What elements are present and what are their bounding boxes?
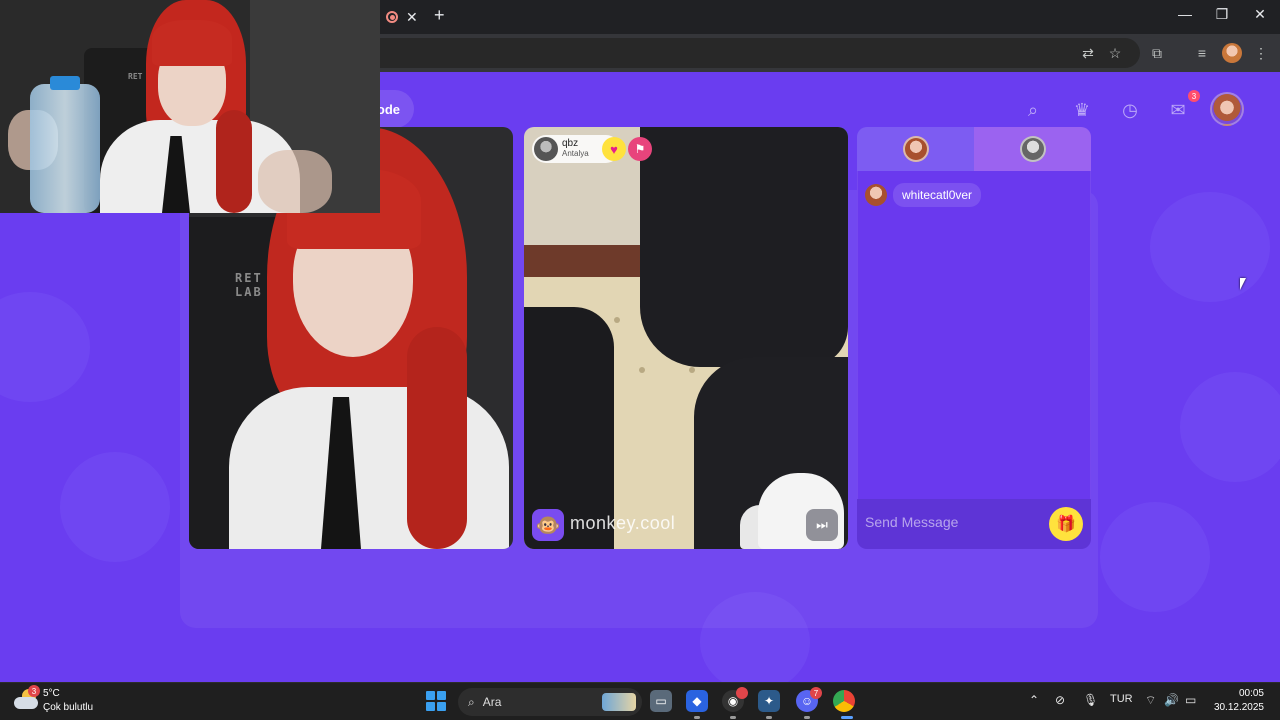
roblox-icon[interactable]: ◆ xyxy=(686,690,708,712)
hand xyxy=(258,150,332,213)
menu-kebab-icon[interactable]: ⋮ xyxy=(1252,44,1270,62)
address-bar[interactable] xyxy=(380,38,1140,68)
camera-off-icon[interactable]: ⊘ xyxy=(1055,693,1065,707)
wig-braid xyxy=(407,327,467,549)
reading-list-icon[interactable]: ≡ xyxy=(1193,44,1211,62)
crown-icon[interactable]: ♛ xyxy=(1066,94,1098,126)
translate-icon[interactable]: ⇄ xyxy=(1079,44,1097,62)
close-window-button[interactable]: ✕ xyxy=(1245,6,1275,23)
remote-location: Antalya xyxy=(562,149,589,158)
mode-label: ode xyxy=(376,101,400,117)
chrome-icon[interactable] xyxy=(833,690,855,712)
weather-description[interactable]: Çok bulutlu xyxy=(43,702,93,713)
search-icon: ⌕ xyxy=(468,694,475,709)
skip-next-button[interactable]: ⏭ xyxy=(806,509,838,541)
chat-message: whitecatl0ver xyxy=(865,183,982,207)
running-indicator xyxy=(804,716,810,719)
chair-logo: RET LAB xyxy=(235,271,263,299)
bottle-cap xyxy=(50,76,80,90)
report-icon[interactable]: ⚑ xyxy=(628,137,652,161)
clock-time[interactable]: 00:05 xyxy=(1232,688,1264,699)
remote-username: qbz xyxy=(562,138,579,149)
search-label: Ara xyxy=(482,695,502,709)
wig-braid xyxy=(216,110,252,213)
wig-bangs xyxy=(152,20,232,66)
task-view-icon[interactable]: ▭ xyxy=(650,690,672,712)
webcam-overlay: RET LAB xyxy=(0,0,380,213)
running-indicator xyxy=(694,716,700,719)
remote-user-chip[interactable]: qbz Antalya ♥ xyxy=(532,135,626,163)
windows-taskbar: 3 5°C Çok bulutlu ⌕ Ara ▭ ◆ ◉ ✦ ☺ 7 ⌃ ⊘ … xyxy=(0,682,1280,720)
watermark-text: monkey.cool xyxy=(570,513,676,533)
active-indicator xyxy=(841,716,853,719)
active-tab[interactable]: ✕ xyxy=(380,4,428,30)
water-bottle xyxy=(30,84,100,213)
chat-tabs xyxy=(857,127,1091,171)
tab-close-button[interactable]: ✕ xyxy=(406,9,418,26)
bookmark-star-icon[interactable]: ☆ xyxy=(1106,44,1124,62)
user-avatar[interactable] xyxy=(1210,92,1244,126)
background-blob xyxy=(1100,502,1210,612)
clock-date[interactable]: 30.12.2025 xyxy=(1212,702,1264,713)
weather-temperature[interactable]: 5°C xyxy=(43,688,60,699)
search-highlight-image xyxy=(602,693,636,711)
chat-panel: whitecatl0ver 🎁 xyxy=(857,127,1091,549)
background-blob xyxy=(0,292,90,402)
battery-icon[interactable]: ▭ xyxy=(1185,693,1196,707)
weather-badge: 3 xyxy=(28,685,40,697)
peer-avatar xyxy=(1019,136,1046,162)
messages-badge: 3 xyxy=(1188,90,1200,102)
wifi-icon[interactable]: ⌔ xyxy=(1145,693,1156,708)
running-indicator xyxy=(730,716,736,719)
new-tab-button[interactable]: + xyxy=(434,5,445,26)
remote-video: qbz Antalya ♥ ⚑ 🐵 monkey.cool ⏭ xyxy=(524,127,848,549)
extensions-icon[interactable]: ⧉ xyxy=(1148,44,1166,62)
search-icon[interactable]: ⌕ xyxy=(1017,94,1049,126)
background-blob xyxy=(1150,192,1270,302)
tab-peer[interactable] xyxy=(974,127,1091,171)
recording-icon xyxy=(386,11,398,23)
minimize-button[interactable]: — xyxy=(1170,6,1200,22)
gift-icon[interactable]: 🎁 xyxy=(1049,507,1083,541)
taskbar-search[interactable]: ⌕ Ara xyxy=(458,688,642,716)
mouse-cursor xyxy=(1240,278,1246,290)
monkey-logo-icon: 🐵 xyxy=(532,509,564,541)
volume-icon[interactable]: 🔊 xyxy=(1164,693,1179,707)
microphone-icon[interactable]: 🎙 xyxy=(1083,693,1098,707)
message-avatar xyxy=(865,184,887,206)
dark-jacket xyxy=(640,127,848,367)
send-message-input[interactable] xyxy=(865,509,1035,535)
heart-icon[interactable]: ♥ xyxy=(602,137,626,161)
running-indicator xyxy=(766,716,772,719)
obs-badge xyxy=(736,687,748,699)
windows-start-icon[interactable] xyxy=(426,691,446,711)
restore-button[interactable]: ❐ xyxy=(1207,6,1237,23)
remote-user-avatar xyxy=(534,137,558,161)
background-blob xyxy=(60,452,170,562)
tab-self[interactable] xyxy=(857,127,974,171)
white-shirt xyxy=(229,387,509,549)
background-blob xyxy=(1180,372,1280,482)
app-icon[interactable]: ✦ xyxy=(758,690,780,712)
history-clock-icon[interactable]: ◷ xyxy=(1114,94,1146,126)
self-avatar xyxy=(902,136,929,162)
tray-overflow-chevron-icon[interactable]: ⌃ xyxy=(1029,693,1039,707)
profile-avatar[interactable] xyxy=(1222,43,1242,63)
discord-badge: 7 xyxy=(810,687,822,699)
message-author: whitecatl0ver xyxy=(893,183,982,207)
language-indicator[interactable]: TUR xyxy=(1110,693,1133,705)
chat-input-bar: 🎁 xyxy=(857,499,1091,549)
